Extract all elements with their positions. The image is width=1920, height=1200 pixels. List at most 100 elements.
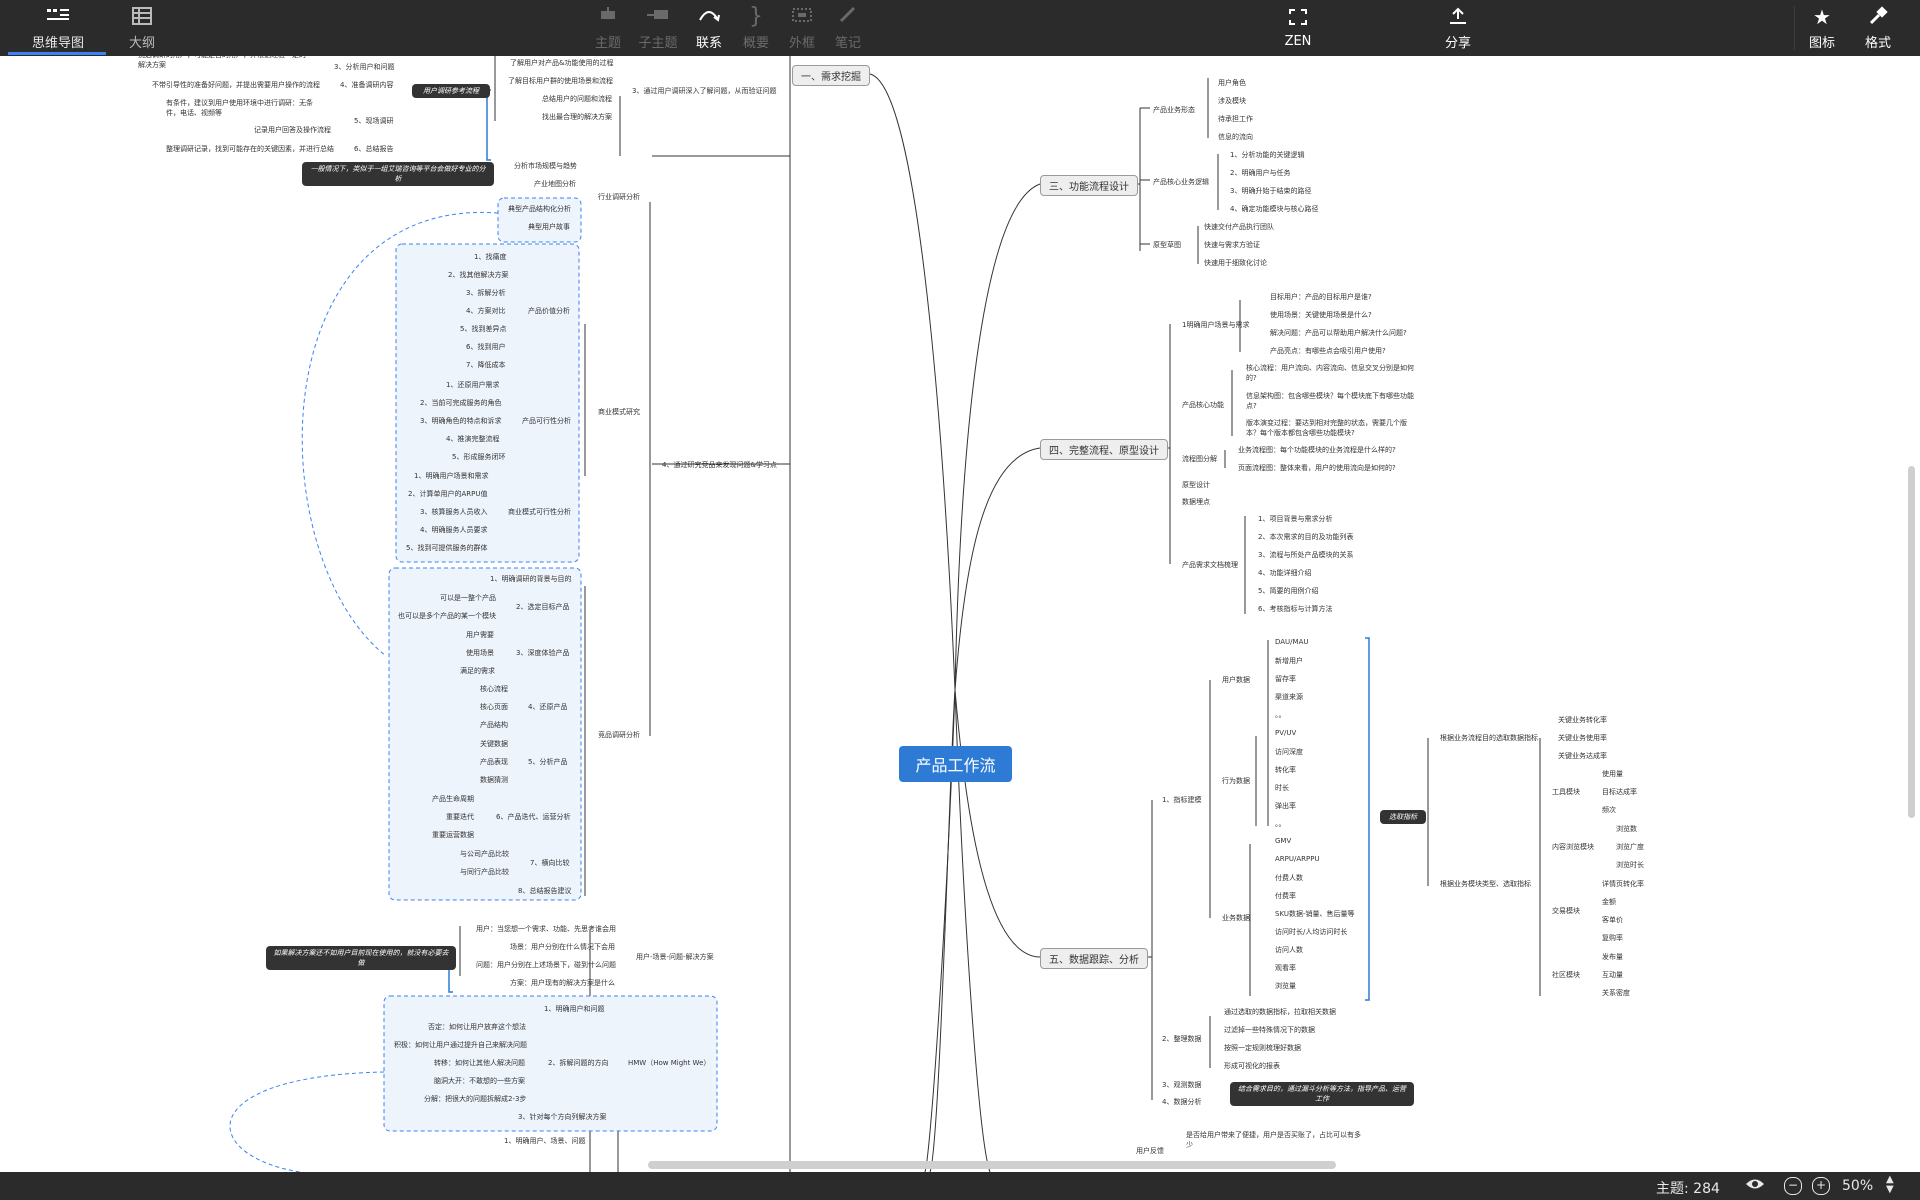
list-item[interactable]: 使用量 [1602, 769, 1623, 779]
list-item[interactable]: 信息的流向 [1218, 132, 1253, 142]
summary-research-flow[interactable]: 用户调研参考流程 [412, 84, 490, 98]
list-item[interactable]: 用户：当您想一个需求、功能、先思考谁会用 [476, 924, 616, 934]
boundary-button[interactable]: 外框 [782, 0, 822, 56]
list-item[interactable]: 付费率 [1275, 891, 1296, 901]
topic-organize-data[interactable]: 2、整理数据 [1162, 1034, 1201, 1044]
topic-flowchart[interactable]: 流程图分解 [1182, 454, 1217, 464]
list-item[interactable]: 8、总结报告建议 [518, 886, 571, 896]
list-item[interactable]: 1、明确用户、场景、问题 [504, 1136, 585, 1146]
list-item[interactable]: 关系密度 [1602, 988, 1630, 998]
list-item[interactable]: 快速用于细致化讨论 [1204, 258, 1267, 268]
note[interactable]: 不带引导性的准备好问题，并提出需要用户操作的流程 [152, 80, 320, 90]
topic-prototype-sketch[interactable]: 原型草图 [1153, 240, 1181, 250]
list-item[interactable]: 总结用户的问题和流程 [542, 94, 612, 104]
list-item[interactable]: 1、分析功能的关键逻辑 [1230, 150, 1304, 160]
list-item[interactable]: 3、分析用户和问题 [334, 62, 394, 72]
list-item[interactable]: 关键业务达成率 [1558, 751, 1607, 761]
list-item[interactable]: 典型用户故事 [528, 222, 570, 232]
topic[interactable]: 5、分析产品 [528, 757, 567, 767]
list-item[interactable]: 2、本次需求的目的及功能列表 [1258, 532, 1353, 542]
list-item[interactable]: 解决问题：产品可以帮助用户解决什么问题? [1270, 328, 1407, 338]
eye-icon[interactable] [1745, 1176, 1765, 1196]
list-item[interactable]: 5、形成服务闭环 [452, 452, 505, 462]
list-item[interactable]: 转移：如何让其他人解决问题 [434, 1058, 525, 1068]
topic-button[interactable]: 主题 [588, 0, 628, 56]
tab-mindmap[interactable]: 思维导图 [22, 0, 94, 56]
topic-hmw[interactable]: HMW（How Might We） [628, 1058, 710, 1068]
branch-requirement-mining[interactable]: 一、需求挖掘 [792, 65, 870, 86]
topic-biz-feasibility[interactable]: 商业模式可行性分析 [508, 507, 571, 517]
list-item[interactable]: 问题：用户分别在上述场景下，碰到什么问题 [476, 960, 616, 970]
list-item[interactable]: 通过选取的数据指标，拉取相关数据 [1224, 1007, 1336, 1017]
topic[interactable]: 4、还原产品 [528, 702, 567, 712]
subtopic-button[interactable]: 子主题 [636, 0, 680, 56]
list-item[interactable]: 关键业务转化率 [1558, 715, 1607, 725]
vertical-scrollbar[interactable] [1908, 466, 1915, 818]
list-item[interactable]: SKU数据-销量、售后量等 [1275, 909, 1355, 919]
list-item[interactable]: 7、降低成本 [466, 360, 505, 370]
list-item[interactable]: 时长 [1275, 783, 1289, 793]
topic-select-by-flow[interactable]: 根据业务流程目的选取数据指标 [1440, 733, 1538, 743]
list-item[interactable]: 6、总结报告 [354, 144, 393, 154]
zoom-level[interactable]: 50% [1842, 1178, 1873, 1194]
topic-user-data[interactable]: 用户数据 [1222, 675, 1250, 685]
list-item[interactable]: 快速交付产品执行团队 [1204, 222, 1274, 232]
topic-compete-analysis[interactable]: 竞品调研分析 [598, 730, 640, 740]
list-item[interactable]: 留存率 [1275, 674, 1296, 684]
topic[interactable]: 6、产品迭代、运营分析 [496, 812, 570, 822]
topic-select-by-module[interactable]: 根据业务模块类型、选取指标 [1440, 879, 1531, 889]
list-item[interactable]: 按照一定规则梳理好数据 [1224, 1043, 1301, 1053]
list-item[interactable]: 详情页转化率 [1602, 879, 1644, 889]
list-item[interactable]: 3、流程与所处产品模块的关系 [1258, 550, 1353, 560]
list-item[interactable]: GMV [1275, 837, 1291, 845]
zoom-in-icon[interactable]: + [1812, 1177, 1830, 1195]
topic-social-module[interactable]: 社区模块 [1552, 970, 1580, 980]
note-industry[interactable]: 一般情况下，类似于一组艾瑞咨询等平台会做好专业的分析 [302, 162, 494, 186]
list-item[interactable]: 目标达成率 [1602, 787, 1637, 797]
horizontal-scrollbar[interactable] [648, 1161, 1336, 1169]
list-item[interactable]: 。。 [1275, 710, 1286, 720]
list-item[interactable]: 4、功能详细介绍 [1258, 568, 1311, 578]
list-item[interactable]: 2、当前可完成服务的角色 [420, 398, 501, 408]
list-item[interactable]: 1、明确用户场景和需求 [414, 471, 488, 481]
list-item[interactable]: 1、还原用户需求 [446, 380, 499, 390]
list-item[interactable]: 观看率 [1275, 963, 1296, 973]
list-item[interactable]: 找出最合理的解决方案 [542, 112, 612, 122]
mindmap-canvas[interactable]: 产品工作流 一、需求挖掘 三、功能流程设计 四、完整流程、原型设计 五、数据跟踪… [0, 56, 1920, 1172]
zen-button[interactable]: ZEN [1278, 0, 1318, 56]
list-item[interactable]: 3、明确角色的特点和诉求 [420, 416, 501, 426]
list-item[interactable]: DAU/MAU [1275, 638, 1309, 646]
note[interactable]: 记录用户回答及操作流程 [254, 125, 331, 135]
topic-core-logic[interactable]: 产品核心业务逻辑 [1153, 177, 1209, 187]
list-item[interactable]: 版本演变过程：要达到相对完整的状态，需要几个版本？每个版本都包含哪些功能模块? [1246, 418, 1416, 438]
list-item[interactable]: 分解：把很大的问题拆解成2-3步 [424, 1094, 526, 1104]
list-item[interactable]: 3、明确升始于结束的路径 [1230, 186, 1311, 196]
list-item[interactable]: 1、明确用户和问题 [544, 1004, 604, 1014]
list-item[interactable]: 产品表现 [480, 757, 508, 767]
list-item[interactable]: 了解用户对产品&功能使用的过程 [510, 58, 613, 68]
list-item[interactable]: 4、确定功能模块与核心路径 [1230, 204, 1318, 214]
list-item[interactable]: 形成可视化的报表 [1224, 1061, 1280, 1071]
topic-prd[interactable]: 产品需求文档梳理 [1182, 560, 1238, 570]
list-item[interactable]: 新增用户 [1275, 656, 1303, 666]
zoom-out-icon[interactable]: − [1784, 1177, 1802, 1195]
summary-button[interactable]: } 概要 [736, 0, 776, 56]
note[interactable]: 整理调研记录，找到可能存在的关键因素，并进行总结 [166, 144, 334, 154]
list-item[interactable]: 2、找其他解决方案 [448, 270, 508, 280]
topic-tool-module[interactable]: 工具模块 [1552, 787, 1580, 797]
list-item[interactable]: 快速与需求方验证 [1204, 240, 1260, 250]
branch-data-analysis[interactable]: 五、数据跟踪、分析 [1040, 948, 1148, 969]
note[interactable]: 挑选调研的用户，可能是目的用户，并根据经验一定的解决方案 [138, 56, 308, 70]
topic-compete-research[interactable]: 4、通过研究竞品来发现问题&学习点 [662, 460, 777, 470]
topic-industry-research[interactable]: 行业调研分析 [598, 192, 640, 202]
list-item[interactable]: 场景：用户分别在什么情况下会用 [510, 942, 615, 952]
list-item[interactable]: 5、找到可提供服务的群体 [406, 543, 487, 553]
branch-function-flow-design[interactable]: 三、功能流程设计 [1040, 175, 1138, 196]
relation-button[interactable]: 联系 [688, 0, 730, 56]
topic[interactable]: 7、横向比较 [530, 858, 569, 868]
topic-behavior-data[interactable]: 行为数据 [1222, 776, 1250, 786]
topic[interactable]: 3、深度体验产品 [516, 648, 569, 658]
list-item[interactable]: 产业地图分析 [534, 179, 576, 189]
list-item[interactable]: 浏览广度 [1616, 842, 1644, 852]
list-item[interactable]: 客单价 [1602, 915, 1623, 925]
